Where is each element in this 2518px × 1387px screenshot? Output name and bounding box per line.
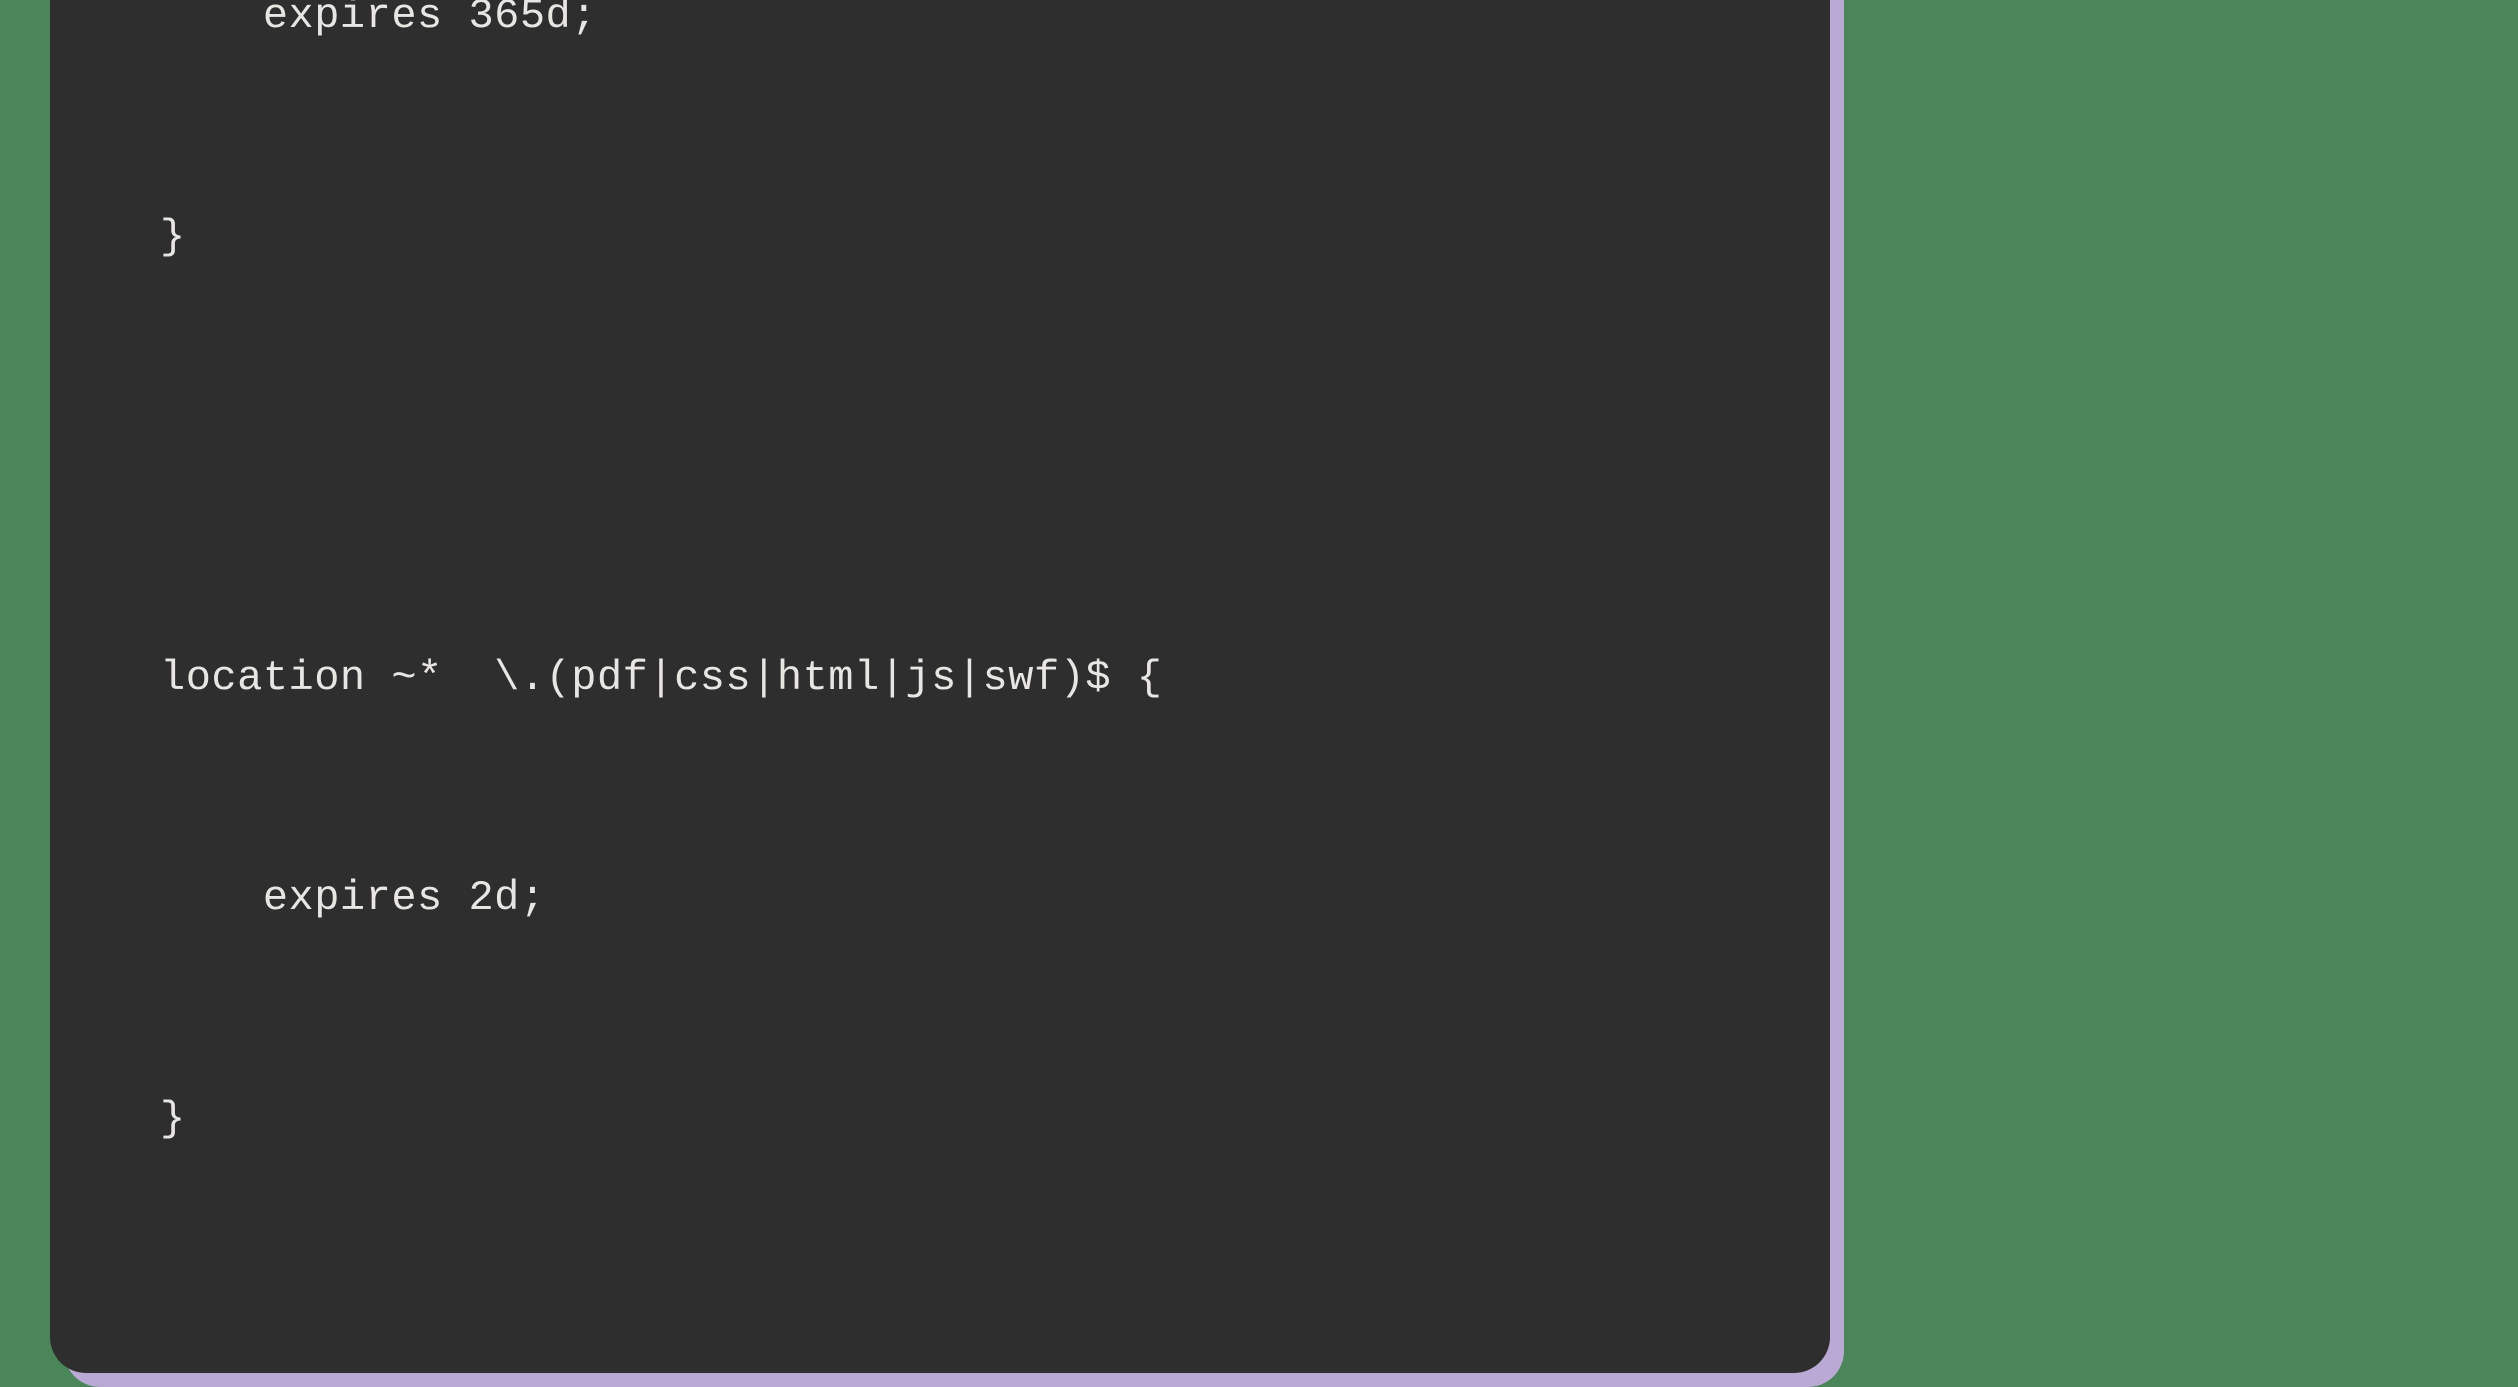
code-line xyxy=(160,421,1720,495)
code-block[interactable]: location ~* \.(jpg|jpeg|gif|png|svg)$ { … xyxy=(50,0,1830,1373)
code-block-wrapper: location ~* \.(jpg|jpeg|gif|png|svg)$ { … xyxy=(50,0,1830,1373)
code-content: location ~* \.(jpg|jpeg|gif|png|svg)$ { … xyxy=(160,0,1720,1303)
code-line: location ~* \.(pdf|css|html|js|swf)$ { xyxy=(160,642,1720,716)
code-line: expires 365d; xyxy=(160,0,1720,54)
code-line: } xyxy=(160,1083,1720,1157)
code-line: } xyxy=(160,201,1720,275)
code-line: expires 2d; xyxy=(160,862,1720,936)
